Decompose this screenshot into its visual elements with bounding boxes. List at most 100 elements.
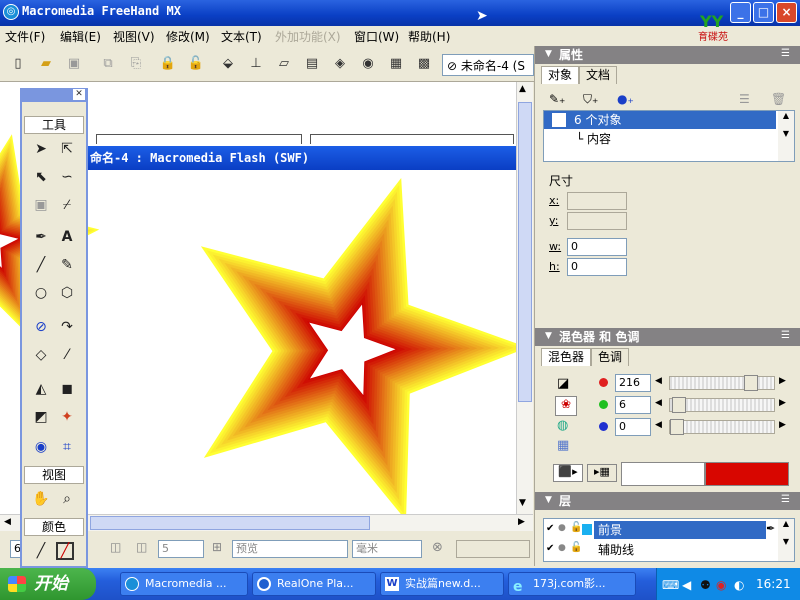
blue-value-field[interactable]: 0: [615, 418, 651, 436]
eyedropper-icon[interactable]: ⌿: [56, 194, 78, 216]
freeform-icon[interactable]: ⬉: [30, 166, 52, 188]
subselect-icon[interactable]: ⇱: [56, 138, 78, 160]
blue-slider-thumb[interactable]: [670, 419, 684, 435]
task-browser[interactable]: e 173j.com影...: [508, 572, 636, 596]
menu-edit[interactable]: 编辑(E): [60, 28, 101, 45]
layers-scrollbar[interactable]: ▲ ▼: [778, 519, 794, 561]
layers-panel-header[interactable]: 层: [535, 492, 800, 510]
blue-right-arrow-icon[interactable]: ▶: [779, 420, 786, 430]
close-button[interactable]: ×: [776, 2, 797, 23]
stroke-color-icon[interactable]: ╱: [30, 540, 52, 562]
pencil-icon[interactable]: ✎: [56, 254, 78, 276]
layer-lock-icon[interactable]: 🔓: [570, 522, 582, 533]
add-stroke-icon[interactable]: ✎₊: [549, 92, 565, 106]
green-value-field[interactable]: 6: [615, 396, 651, 414]
y-field[interactable]: [567, 212, 627, 230]
layers-list[interactable]: ✔ ● 🔓 前景 ✒ ✔ ● 🔓 辅助线 ▲ ▼: [543, 518, 795, 562]
tab-tints[interactable]: 色调: [591, 348, 630, 366]
layer-dot-icon[interactable]: ●: [558, 543, 566, 553]
knife-icon[interactable]: ⊘: [30, 316, 52, 338]
scroll-thumb[interactable]: [518, 102, 532, 402]
menu-window[interactable]: 窗口(W): [354, 28, 399, 45]
green-slider-thumb[interactable]: [672, 397, 686, 413]
menu-file[interactable]: 文件(F): [5, 28, 45, 45]
import-icon[interactable]: ⧉: [98, 54, 118, 74]
blue-slider[interactable]: [669, 419, 775, 435]
layer-dot-icon[interactable]: ●: [558, 523, 566, 533]
red-value-field[interactable]: 216: [615, 374, 651, 392]
group-icon[interactable]: ⬙: [218, 54, 238, 74]
collapse-arrow-icon[interactable]: ▼: [545, 49, 552, 59]
menu-modify[interactable]: 修改(M): [166, 28, 210, 45]
layer-lock-icon[interactable]: 🔓: [570, 542, 582, 553]
unlock-icon[interactable]: 🔓: [186, 54, 206, 74]
menu-help[interactable]: 帮助(H): [408, 28, 450, 45]
brush-icon[interactable]: ⁄: [56, 344, 78, 366]
start-button[interactable]: 开始: [0, 568, 96, 600]
green-left-arrow-icon[interactable]: ◀: [655, 398, 662, 408]
page-next-icon[interactable]: ◫: [136, 540, 147, 554]
unit-select[interactable]: 毫米: [352, 540, 422, 558]
object-list[interactable]: 6 个对象 └ 内容 ▲ ▼: [543, 110, 795, 162]
delete-icon[interactable]: 🗑: [771, 92, 786, 106]
ellipse-icon[interactable]: ○: [30, 282, 52, 304]
object-list-subitem[interactable]: └ 内容: [576, 131, 611, 147]
hand-icon[interactable]: ✋: [30, 488, 52, 510]
page-nav-icon[interactable]: ◫: [110, 540, 121, 554]
polygon-icon[interactable]: ⬡: [56, 282, 78, 304]
transform-icon[interactable]: ▱: [274, 54, 294, 74]
task-word-doc[interactable]: W 实战篇new.d...: [380, 572, 504, 596]
layers-collapse-arrow-icon[interactable]: ▼: [545, 495, 552, 505]
pen-icon[interactable]: ✒: [30, 226, 52, 248]
vertical-scrollbar[interactable]: ▲ ▼: [516, 82, 533, 514]
grid-icon[interactable]: ▦: [386, 54, 406, 74]
keyboard-icon[interactable]: ⌨: [662, 578, 679, 592]
cmyk-mode-icon[interactable]: ◪: [557, 376, 569, 391]
lock-icon[interactable]: 🔒: [158, 54, 178, 74]
task-macromedia[interactable]: Macromedia ...: [120, 572, 248, 596]
freehand-app-icon[interactable]: ◎: [3, 4, 19, 20]
green-right-arrow-icon[interactable]: ▶: [779, 398, 786, 408]
duplicate-icon[interactable]: ☰: [739, 92, 750, 106]
paint-icon[interactable]: ✦: [56, 406, 78, 428]
stop-icon[interactable]: ⊗: [432, 540, 443, 555]
mixer-collapse-arrow-icon[interactable]: ▼: [545, 331, 552, 341]
export-icon[interactable]: ⎘: [126, 54, 146, 74]
x-field[interactable]: [567, 192, 627, 210]
volume-icon[interactable]: ◐: [734, 578, 744, 592]
menu-view[interactable]: 视图(V): [113, 28, 155, 45]
antivirus-icon[interactable]: ◉: [716, 578, 726, 592]
add-effect-icon[interactable]: ●₊: [617, 92, 634, 106]
width-field[interactable]: 0: [567, 238, 627, 256]
layer-color-chip[interactable]: [582, 524, 592, 535]
layer-row[interactable]: ✔ ● 🔓 前景 ✒: [544, 521, 776, 539]
text-icon[interactable]: A: [56, 226, 78, 248]
red-slider[interactable]: [669, 375, 775, 391]
lasso-icon[interactable]: ∽: [56, 166, 78, 188]
scroll-right-arrow-icon[interactable]: ▶: [518, 517, 525, 527]
task-realone[interactable]: RealOne Pla...: [252, 572, 376, 596]
book-icon[interactable]: ▤: [302, 54, 322, 74]
system-color-icon[interactable]: ▦: [557, 438, 569, 453]
shadow-icon[interactable]: ◼: [56, 378, 78, 400]
flash-window-title[interactable]: 命名-4 : Macromedia Flash (SWF): [86, 146, 516, 170]
blend-icon[interactable]: ◩: [30, 406, 52, 428]
blue-left-arrow-icon[interactable]: ◀: [655, 420, 662, 430]
mixer-options-icon[interactable]: ☰: [781, 330, 790, 341]
extrude-icon[interactable]: ◭: [30, 378, 52, 400]
scroll-left-arrow-icon[interactable]: ◀: [4, 517, 11, 527]
cube-icon[interactable]: ◈: [330, 54, 350, 74]
document-selector[interactable]: ⊘ 未命名-4 (S: [442, 54, 534, 76]
green-slider[interactable]: [669, 397, 775, 413]
eraser-icon[interactable]: ◇: [30, 344, 52, 366]
add-to-grid-icon[interactable]: ▸▦: [587, 464, 617, 482]
red-left-arrow-icon[interactable]: ◀: [655, 376, 662, 386]
star-blend-main[interactable]: [200, 178, 516, 514]
height-field[interactable]: 0: [567, 258, 627, 276]
add-fill-icon[interactable]: ⛉₊: [583, 92, 598, 107]
trace-icon[interactable]: ▣: [30, 194, 52, 216]
scroll-up-arrow-icon[interactable]: ▲: [519, 84, 526, 94]
view-mode-select[interactable]: 预览: [232, 540, 348, 558]
mirror-icon[interactable]: ⌗: [56, 436, 78, 458]
save-icon[interactable]: ▣: [64, 54, 84, 74]
